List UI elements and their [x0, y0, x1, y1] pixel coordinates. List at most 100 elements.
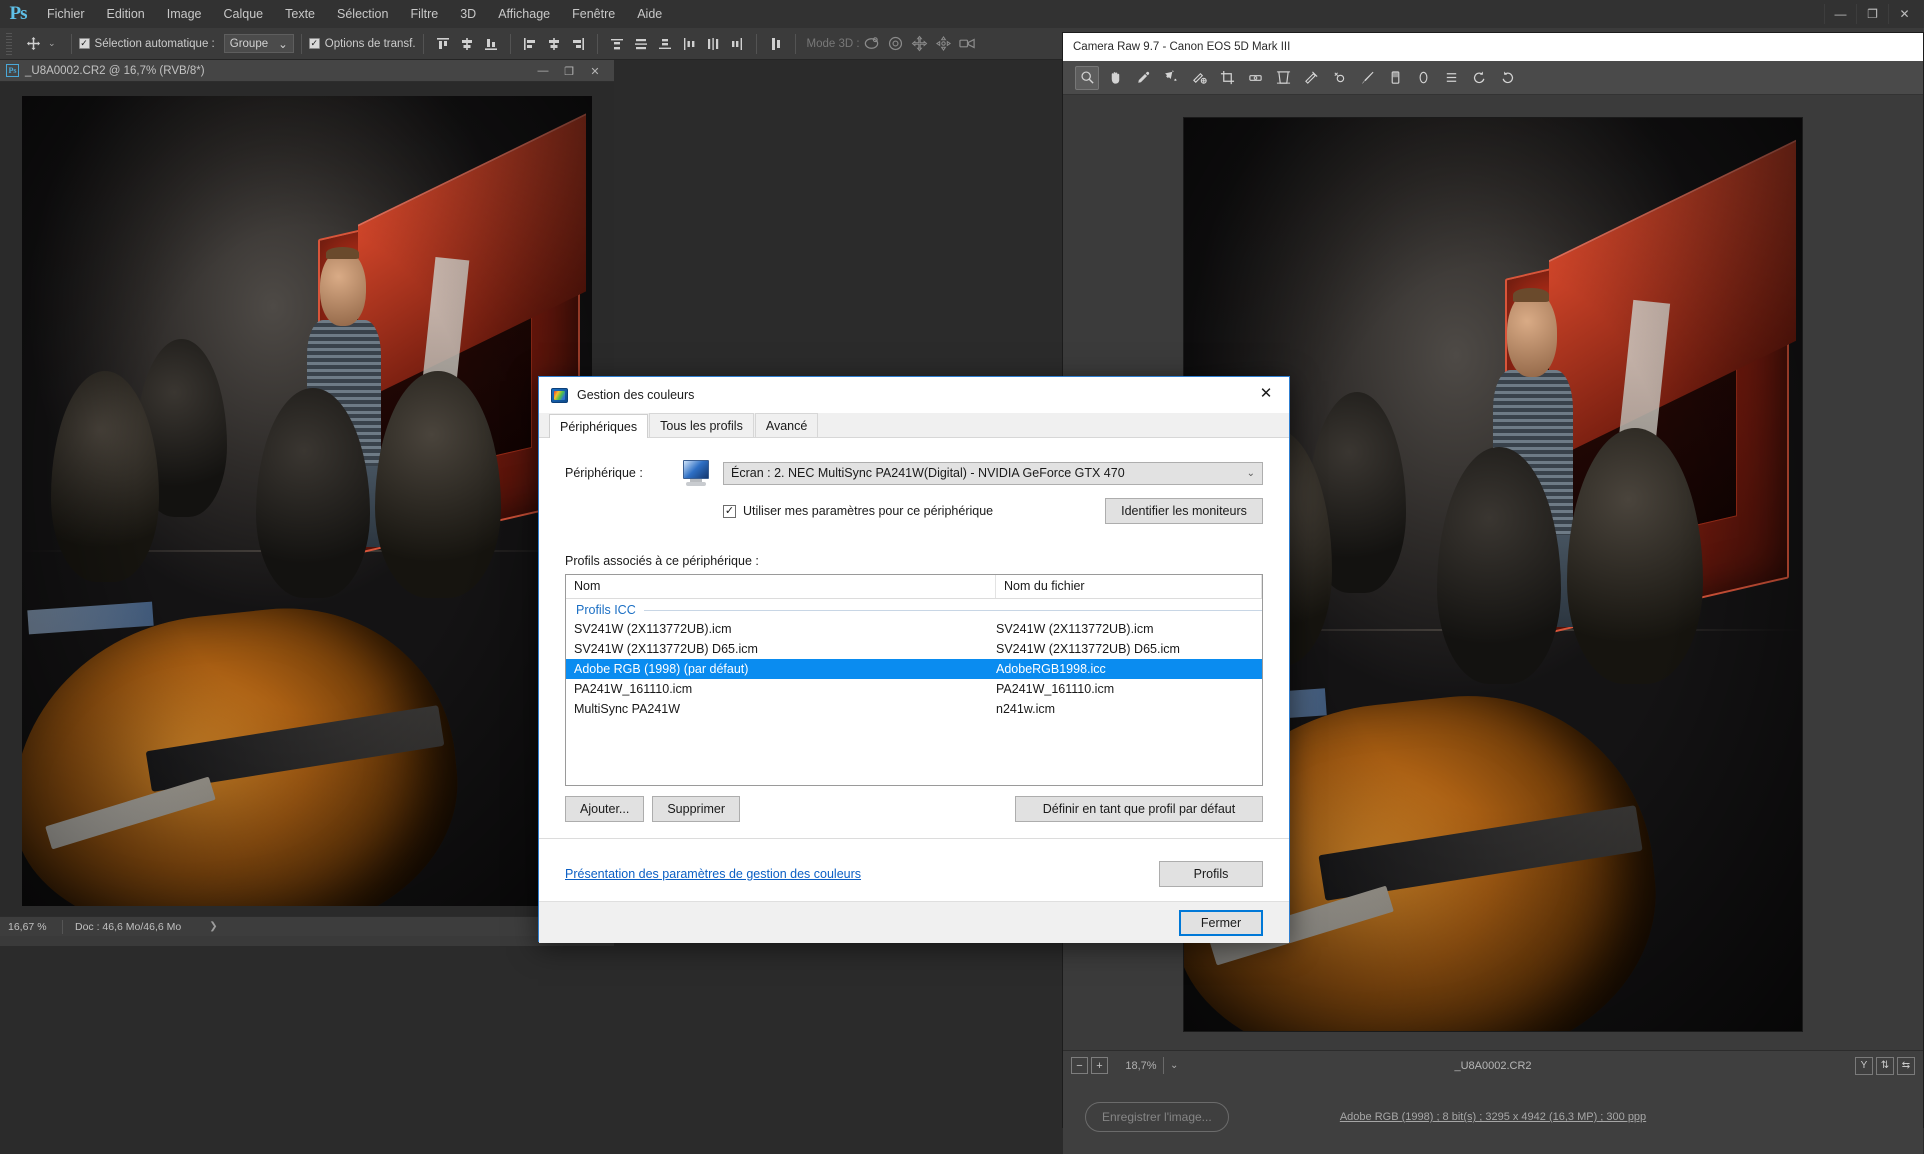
- app-restore-button[interactable]: ❐: [1856, 4, 1888, 24]
- options-separator-6: [756, 34, 757, 54]
- menu-fenetre[interactable]: Fenêtre: [561, 0, 626, 28]
- transform-tool-icon[interactable]: [1271, 66, 1295, 90]
- spot-removal-icon[interactable]: [1299, 66, 1323, 90]
- menu-affichage[interactable]: Affichage: [487, 0, 561, 28]
- auto-select-checkbox-group[interactable]: ✓ Sélection automatique :: [79, 38, 215, 50]
- graduated-filter-icon[interactable]: [1383, 66, 1407, 90]
- crop-tool-icon[interactable]: [1215, 66, 1239, 90]
- app-close-button[interactable]: ✕: [1888, 4, 1920, 24]
- profile-actions-row: Ajouter... Supprimer Définir en tant que…: [565, 796, 1263, 822]
- mode3d-label: Mode 3D :: [807, 38, 860, 50]
- app-minimize-button[interactable]: —: [1824, 4, 1856, 24]
- flip-vertical-icon[interactable]: ⇅: [1876, 1057, 1894, 1075]
- app-window-controls: — ❐ ✕: [1824, 0, 1920, 28]
- table-row[interactable]: SV241W (2X113772UB) D65.icm SV241W (2X11…: [566, 639, 1262, 659]
- align-bottom-edges-icon[interactable]: [479, 32, 503, 56]
- align-horizontal-centers-icon[interactable]: [542, 32, 566, 56]
- identify-monitors-button[interactable]: Identifier les moniteurs: [1105, 498, 1263, 524]
- adjustment-brush-icon[interactable]: [1355, 66, 1379, 90]
- scale-3d-icon[interactable]: [956, 32, 980, 56]
- document-canvas-area[interactable]: [0, 82, 614, 916]
- table-row[interactable]: MultiSync PA241W n241w.icm: [566, 699, 1262, 719]
- distribute-top-icon[interactable]: [605, 32, 629, 56]
- align-left-edges-icon[interactable]: [518, 32, 542, 56]
- auto-select-checkbox[interactable]: ✓: [79, 38, 90, 49]
- photoshop-menubar: Ps Fichier Edition Image Calque Texte Sé…: [0, 0, 1924, 28]
- camera-raw-zoom-out-button[interactable]: −: [1071, 1057, 1088, 1074]
- pan-3d-icon[interactable]: [908, 32, 932, 56]
- use-my-settings-checkbox[interactable]: ✓: [723, 505, 736, 518]
- table-row[interactable]: SV241W (2X113772UB).icm SV241W (2X113772…: [566, 619, 1262, 639]
- menu-image[interactable]: Image: [156, 0, 213, 28]
- slide-3d-icon[interactable]: [932, 32, 956, 56]
- close-dialog-button[interactable]: Fermer: [1179, 910, 1263, 936]
- move-tool-icon[interactable]: [20, 32, 46, 56]
- color-management-overview-link[interactable]: Présentation des paramètres de gestion d…: [565, 867, 861, 881]
- column-header-nom-du-fichier[interactable]: Nom du fichier: [996, 575, 1262, 598]
- distribute-bottom-icon[interactable]: [653, 32, 677, 56]
- distribute-right-icon[interactable]: [725, 32, 749, 56]
- rotate-left-icon[interactable]: [1467, 66, 1491, 90]
- align-vertical-centers-icon[interactable]: [455, 32, 479, 56]
- profiles-listbox[interactable]: Nom Nom du fichier Profils ICC SV241W (2…: [565, 574, 1263, 786]
- camera-raw-zoom-value[interactable]: 18,7%: [1119, 1060, 1163, 1072]
- device-dropdown[interactable]: Écran : 2. NEC MultiSync PA241W(Digital)…: [723, 462, 1263, 485]
- white-balance-eyedropper-icon[interactable]: [1131, 66, 1155, 90]
- y-channel-icon[interactable]: Y: [1855, 1057, 1873, 1075]
- tab-avance[interactable]: Avancé: [755, 413, 818, 437]
- tool-preset-caret-icon[interactable]: ⌄: [46, 38, 64, 49]
- table-row[interactable]: PA241W_161110.icm PA241W_161110.icm: [566, 679, 1262, 699]
- red-eye-removal-icon[interactable]: [1327, 66, 1351, 90]
- targeted-adjustment-icon[interactable]: [1187, 66, 1211, 90]
- dialog-titlebar[interactable]: Gestion des couleurs ✕: [539, 377, 1289, 413]
- straighten-tool-icon[interactable]: [1243, 66, 1267, 90]
- tab-tous-les-profils[interactable]: Tous les profils: [649, 413, 754, 437]
- table-row-selected[interactable]: Adobe RGB (1998) (par défaut) AdobeRGB19…: [566, 659, 1262, 679]
- dialog-tabs: Périphériques Tous les profils Avancé: [539, 413, 1289, 438]
- menu-filtre[interactable]: Filtre: [399, 0, 449, 28]
- camera-raw-zoom-in-button[interactable]: +: [1091, 1057, 1108, 1074]
- document-close-button[interactable]: ✕: [582, 61, 608, 81]
- align-top-edges-icon[interactable]: [431, 32, 455, 56]
- options-bar-grip[interactable]: [6, 33, 12, 55]
- camera-raw-zoom-dropdown-icon[interactable]: ⌄: [1163, 1057, 1178, 1074]
- distribute-left-icon[interactable]: [677, 32, 701, 56]
- color-sampler-icon[interactable]: [1159, 66, 1183, 90]
- menu-fichier[interactable]: Fichier: [36, 0, 96, 28]
- photo-vignette: [22, 96, 592, 906]
- zoom-tool-icon[interactable]: [1075, 66, 1099, 90]
- document-maximize-button[interactable]: ❐: [556, 61, 582, 81]
- hand-tool-icon[interactable]: [1103, 66, 1127, 90]
- dialog-close-icon[interactable]: ✕: [1243, 377, 1289, 409]
- menu-calque[interactable]: Calque: [213, 0, 275, 28]
- document-minimize-button[interactable]: —: [530, 61, 556, 81]
- menu-texte[interactable]: Texte: [274, 0, 326, 28]
- column-header-nom[interactable]: Nom: [566, 575, 996, 598]
- rotate-3d-icon[interactable]: [860, 32, 884, 56]
- rotate-right-icon[interactable]: [1495, 66, 1519, 90]
- distribute-vertical-center-icon[interactable]: [629, 32, 653, 56]
- document-zoom-level[interactable]: 16,67 %: [0, 921, 62, 933]
- tab-peripheriques[interactable]: Périphériques: [549, 414, 648, 438]
- profils-button[interactable]: Profils: [1159, 861, 1263, 887]
- menu-edition[interactable]: Edition: [96, 0, 156, 28]
- preferences-icon[interactable]: [1439, 66, 1463, 90]
- statusbar-expand-arrow-icon[interactable]: ❯: [181, 921, 217, 932]
- distribute-horizontal-center-icon[interactable]: [701, 32, 725, 56]
- flip-horizontal-icon[interactable]: ⇆: [1897, 1057, 1915, 1075]
- menu-aide[interactable]: Aide: [626, 0, 673, 28]
- align-right-edges-icon[interactable]: [566, 32, 590, 56]
- menu-selection[interactable]: Sélection: [326, 0, 399, 28]
- menu-3d[interactable]: 3D: [449, 0, 487, 28]
- set-default-profile-button[interactable]: Définir en tant que profil par défaut: [1015, 796, 1263, 822]
- save-image-button[interactable]: Enregistrer l'image...: [1085, 1102, 1229, 1132]
- roll-3d-icon[interactable]: [884, 32, 908, 56]
- remove-profile-button[interactable]: Supprimer: [652, 796, 740, 822]
- document-titlebar[interactable]: Ps _U8A0002.CR2 @ 16,7% (RVB/8*) — ❐ ✕: [0, 60, 614, 82]
- auto-select-scope-dropdown[interactable]: Groupe ⌄: [224, 34, 294, 53]
- radial-filter-icon[interactable]: [1411, 66, 1435, 90]
- auto-align-layers-icon[interactable]: [764, 32, 788, 56]
- transform-controls-checkbox-group[interactable]: ✓ Options de transf.: [309, 38, 416, 50]
- transform-controls-checkbox[interactable]: ✓: [309, 38, 320, 49]
- add-profile-button[interactable]: Ajouter...: [565, 796, 644, 822]
